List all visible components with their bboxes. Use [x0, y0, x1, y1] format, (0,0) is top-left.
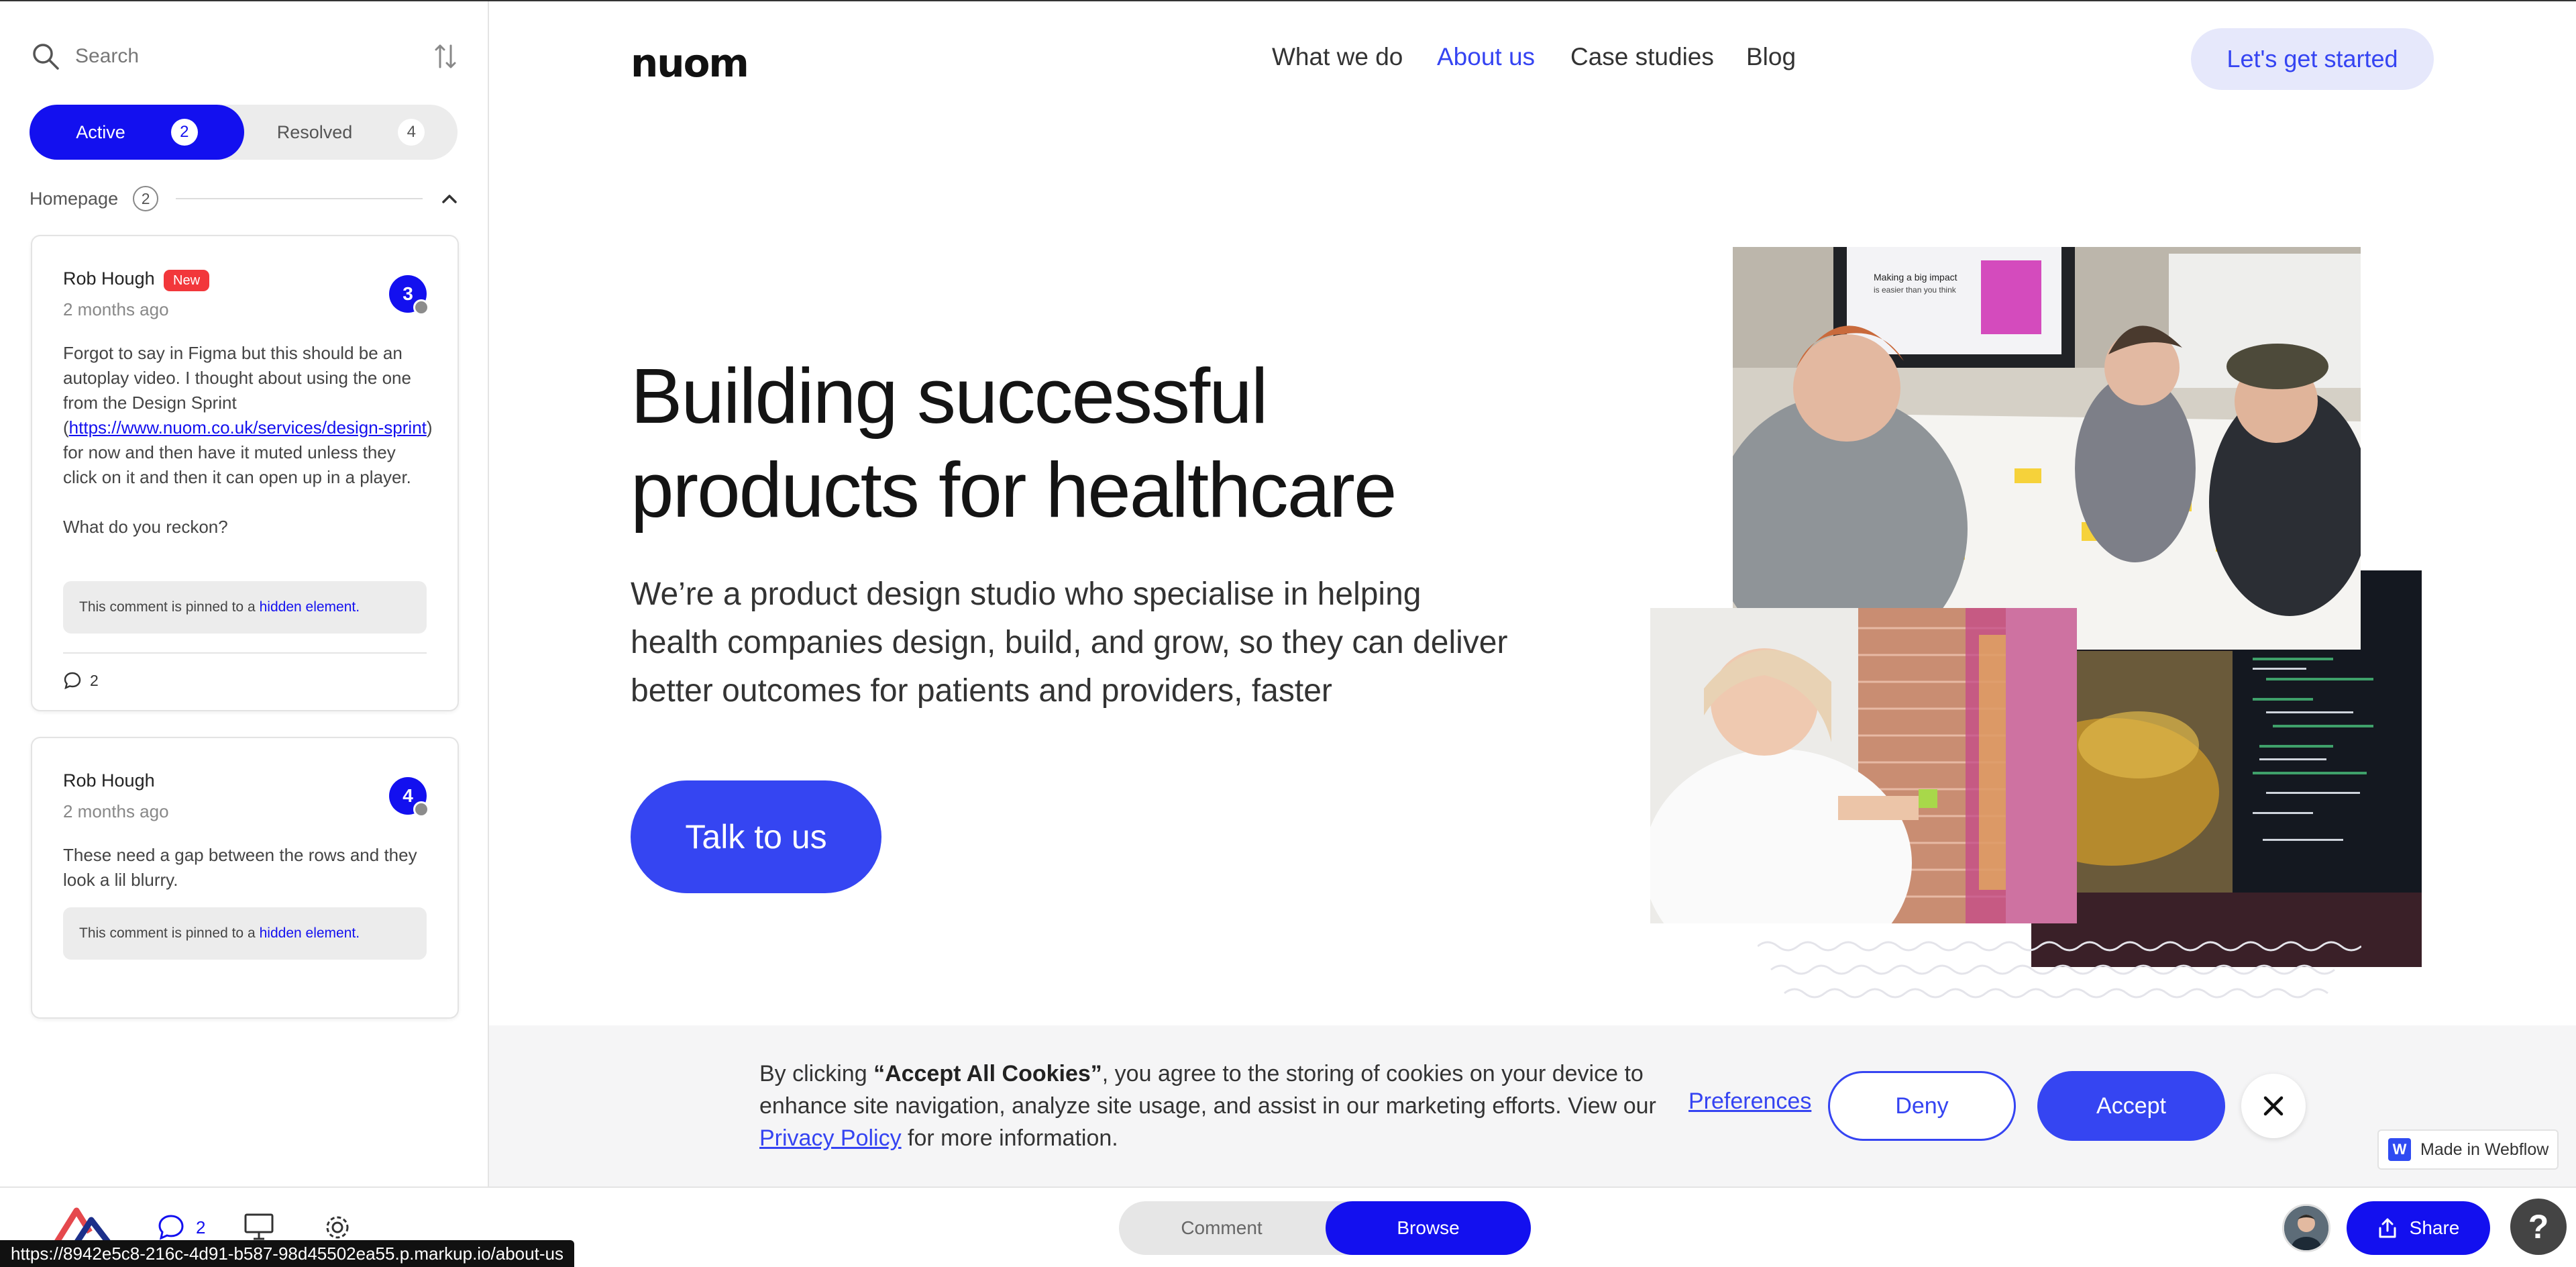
comment-body: Forgot to say in Figma but this should b… [63, 341, 433, 540]
browse-mode-button[interactable]: Browse [1326, 1201, 1531, 1255]
deny-button[interactable]: Deny [1828, 1071, 2016, 1141]
pin-number-label: 4 [402, 785, 413, 806]
tab-active[interactable]: Active 2 [30, 105, 244, 160]
page-group-header[interactable]: Homepage 2 [30, 183, 459, 215]
nav-blog[interactable]: Blog [1746, 43, 1796, 71]
hero-photo-wall [1650, 608, 2077, 923]
comments-icon[interactable] [156, 1212, 186, 1243]
hero-photo-workshop: Making a big impact is easier than you t… [1733, 247, 2361, 650]
speech-bubble-icon [64, 672, 81, 690]
pinned-notice: This comment is pinned to a hidden eleme… [63, 907, 427, 960]
hero-subtitle: We’re a product design studio who specia… [631, 576, 1508, 709]
cookie-text-end: for more information. [901, 1125, 1118, 1151]
hero-headline: Building successful products for healthc… [631, 349, 1503, 537]
comments-sidebar: Search Active 2 Resolved 4 Homepage 2 Ro… [0, 0, 489, 1186]
divider [63, 652, 427, 654]
replies-button[interactable]: 2 [63, 671, 99, 690]
hero-headline-line-2: products for healthcare [631, 446, 1397, 534]
hero-headline-line-1: Building successful [631, 352, 1269, 440]
sort-icon[interactable] [432, 40, 459, 72]
close-cookie-button[interactable] [2241, 1074, 2306, 1138]
hidden-element-link[interactable]: hidden element. [260, 925, 360, 942]
close-icon [2263, 1096, 2284, 1116]
comment-time: 2 months ago [63, 801, 169, 821]
comment-link[interactable]: https://www.nuom.co.uk/services/design-s… [69, 417, 427, 438]
tv-slide-title-2: is easier than you think [1874, 285, 1957, 295]
nav-about-us[interactable]: About us [1437, 43, 1535, 71]
talk-to-us-button[interactable]: Talk to us [631, 780, 881, 893]
webflow-badge-label: Made in Webflow [2420, 1139, 2549, 1159]
mode-toggle: Comment Browse [1119, 1201, 1531, 1255]
status-toggle: Active 2 Resolved 4 [30, 105, 458, 160]
search-icon [33, 44, 59, 70]
site-logo[interactable]: nuom [631, 40, 749, 86]
chevron-up-icon[interactable] [440, 192, 459, 205]
status-dot [413, 801, 429, 817]
comments-count: 2 [196, 1217, 206, 1237]
divider [176, 198, 423, 199]
cookie-text: By clicking “Accept All Cookies”, you ag… [759, 1058, 1685, 1154]
avatar[interactable] [2282, 1204, 2330, 1252]
hidden-element-link[interactable]: hidden element. [260, 599, 360, 615]
comment-pin-number[interactable]: 3 [389, 275, 429, 315]
get-started-button[interactable]: Let's get started [2191, 28, 2434, 90]
pinned-notice-text: This comment is pinned to a [79, 925, 256, 941]
decorative-pattern [1758, 941, 2361, 999]
accept-button[interactable]: Accept [2037, 1071, 2225, 1141]
comment-question: What do you reckon? [63, 517, 228, 537]
status-bar-url: https://8942e5c8-216c-4d91-b587-98d45502… [0, 1240, 574, 1267]
nav-case-studies[interactable]: Case studies [1570, 43, 1714, 71]
page-group-count: 2 [133, 186, 159, 211]
comment-author: Rob Hough [63, 770, 155, 791]
nav-what-we-do[interactable]: What we do [1272, 43, 1403, 71]
cookie-text-bold: “Accept All Cookies” [873, 1061, 1102, 1086]
page-group-label: Homepage [30, 188, 119, 209]
tab-resolved-count: 4 [398, 119, 425, 146]
replies-count: 2 [90, 671, 99, 689]
comment-time: 2 months ago [63, 299, 169, 319]
comment-card[interactable]: Rob Hough New 2 months ago 3 Forgot to s… [31, 235, 459, 711]
tab-resolved-label: Resolved [276, 121, 353, 142]
cookie-text-pre: By clicking [759, 1061, 874, 1086]
share-label: Share [2409, 1217, 2460, 1238]
tab-active-count: 2 [170, 119, 198, 146]
new-badge: New [164, 270, 210, 291]
tv-slide-title-1: Making a big impact [1874, 272, 1957, 283]
search-input[interactable]: Search [75, 45, 432, 68]
comment-pin-number[interactable]: 4 [389, 777, 429, 817]
search-bar[interactable]: Search [30, 38, 459, 75]
webflow-icon: W [2388, 1138, 2411, 1161]
pinned-notice: This comment is pinned to a hidden eleme… [63, 581, 427, 634]
app-window: Search Active 2 Resolved 4 Homepage 2 Ro… [0, 0, 2576, 1267]
cookie-banner: By clicking “Accept All Cookies”, you ag… [489, 1025, 2576, 1186]
settings-icon[interactable] [322, 1212, 353, 1243]
preferences-link[interactable]: Preferences [1688, 1088, 1811, 1115]
top-border [0, 0, 2576, 1]
share-button[interactable]: Share [2347, 1201, 2490, 1255]
pinned-notice-text: This comment is pinned to a [79, 599, 256, 615]
comment-body: These need a gap between the rows and th… [63, 843, 433, 893]
comment-card[interactable]: Rob Hough 2 months ago 4 These need a ga… [31, 737, 459, 1019]
status-dot [413, 299, 429, 315]
comment-author: Rob Hough [63, 268, 155, 289]
help-button[interactable]: ? [2510, 1199, 2567, 1255]
pin-number-label: 3 [402, 283, 413, 304]
comment-mode-button[interactable]: Comment [1119, 1201, 1324, 1255]
share-icon [2379, 1218, 2396, 1238]
comment-text: These need a gap between the rows and th… [63, 845, 417, 890]
made-in-webflow-badge[interactable]: W Made in Webflow [2377, 1129, 2559, 1170]
privacy-policy-link[interactable]: Privacy Policy [759, 1125, 902, 1151]
tab-resolved[interactable]: Resolved 4 [244, 105, 458, 160]
tab-active-label: Active [76, 121, 125, 142]
desktop-icon[interactable] [243, 1212, 275, 1241]
